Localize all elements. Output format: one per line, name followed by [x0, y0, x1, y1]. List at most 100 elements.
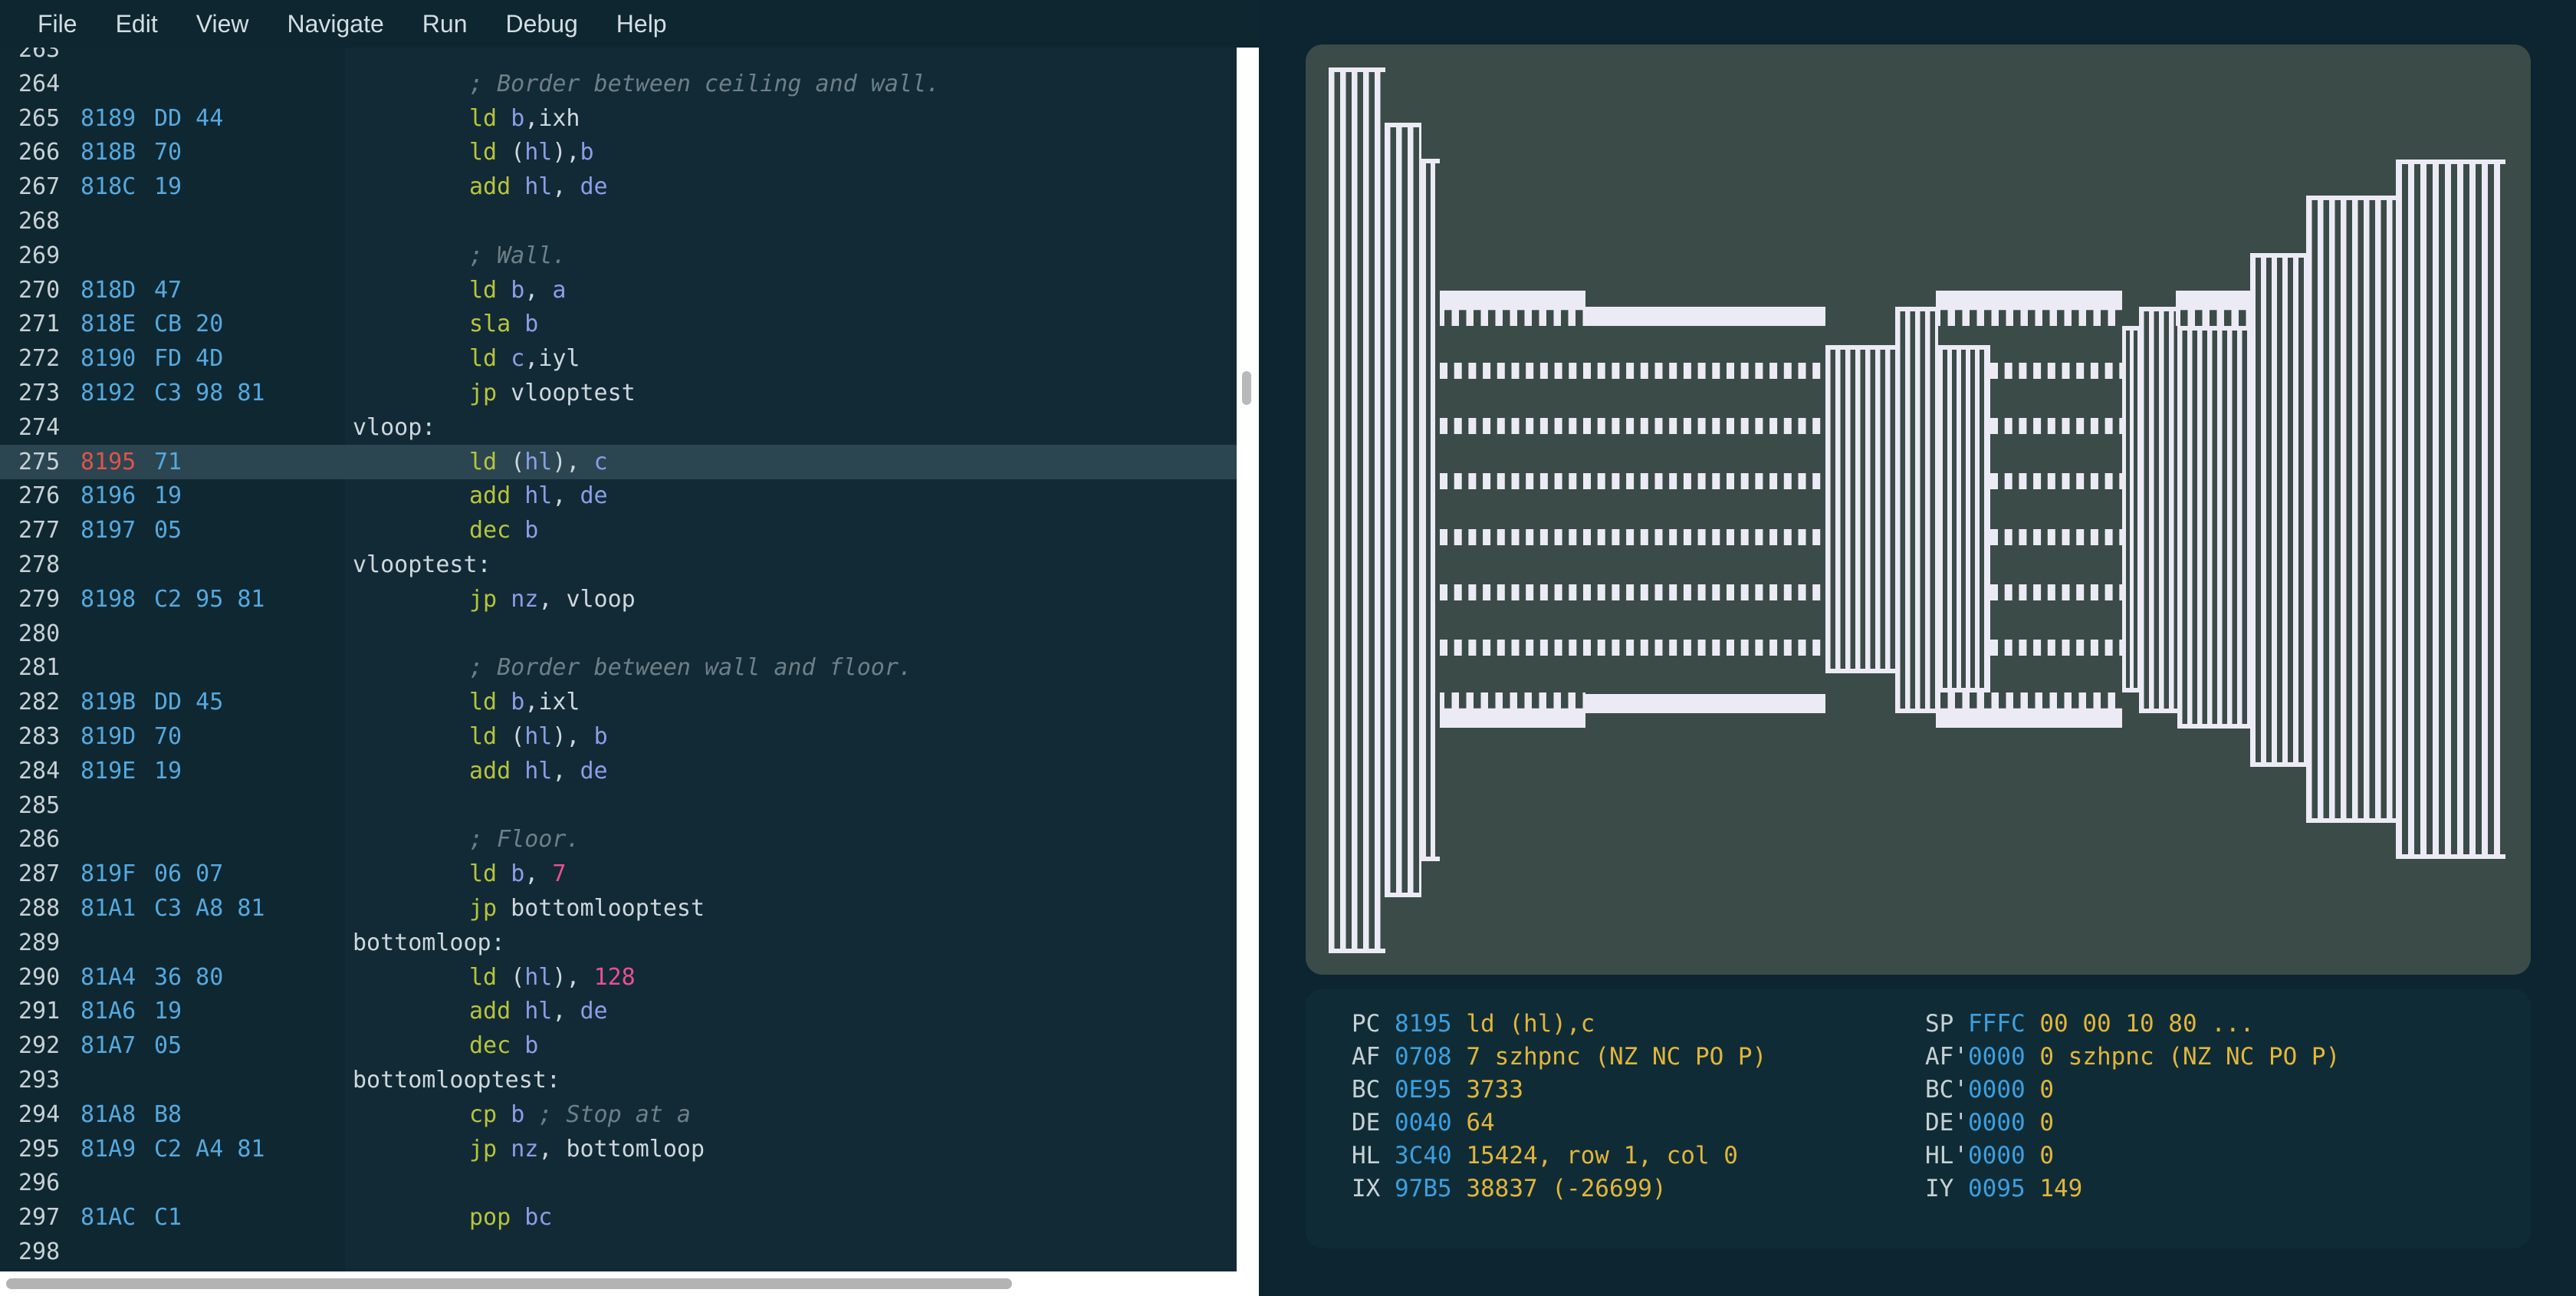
center-block-right-gap — [1970, 350, 1975, 688]
right-wall-near-c-gap — [2277, 258, 2282, 762]
wall-dot — [2004, 584, 2013, 600]
code-token: dec — [469, 1032, 511, 1060]
right-wall-near-e-gap — [2426, 164, 2433, 854]
code-line[interactable]: 283 819D 70 ld (hl), b — [0, 719, 1237, 754]
wall-dot — [1990, 363, 1998, 379]
code-line[interactable]: 296 — [0, 1166, 1237, 1200]
menu-help[interactable]: Help — [616, 10, 667, 38]
wall-dot — [1497, 584, 1505, 600]
wall-dot — [1539, 529, 1548, 545]
code-line[interactable]: 292 81A7 05 dec b — [0, 1028, 1237, 1063]
code-token: ), — [552, 723, 594, 750]
wall-dot — [1454, 363, 1462, 379]
wall-dot — [1727, 640, 1734, 656]
instruction: ld (hl), c — [469, 445, 608, 479]
code-line[interactable]: 267 818C 19 add hl, de — [0, 169, 1237, 204]
code-editor[interactable]: 263 264 ; Border between ceiling and wall.… — [0, 48, 1237, 1271]
code-line[interactable]: 286 ; Floor. — [0, 822, 1237, 857]
floor-center-tooth — [2072, 692, 2079, 709]
wall-dot — [1526, 418, 1534, 434]
code-line[interactable]: 288 81A1 C3 A8 81 jp bottomlooptest — [0, 891, 1237, 926]
code-line[interactable]: 294 81A8 B8 cp b ; Stop at a — [0, 1097, 1237, 1132]
wall-dot — [1669, 418, 1677, 434]
code-token: ), — [552, 448, 594, 475]
menu-view[interactable]: View — [196, 10, 249, 38]
code-line[interactable]: 277 8197 05 dec b — [0, 513, 1237, 548]
code-line[interactable]: 297 81AC C1 pop bc — [0, 1200, 1237, 1235]
code-line[interactable]: 266 818B 70 ld (hl),b — [0, 135, 1237, 169]
code-line[interactable]: 279 8198 C2 95 81 jp nz, vloop — [0, 582, 1237, 617]
menu-debug[interactable]: Debug — [505, 10, 577, 38]
menu-file[interactable]: File — [38, 10, 77, 38]
code-line[interactable]: 298 — [0, 1235, 1237, 1269]
wall-dot — [2004, 473, 2013, 489]
ceiling-right-tooth — [2210, 310, 2217, 326]
wall-dot — [1740, 363, 1749, 379]
code-line[interactable]: 268 — [0, 204, 1237, 238]
code-line[interactable]: 280 — [0, 617, 1237, 651]
code-line[interactable]: 281 ; Border between wall and floor. — [0, 650, 1237, 685]
wall-dot — [1497, 418, 1505, 434]
code-line[interactable]: 270 818D 47 ld b, a — [0, 273, 1237, 308]
line-number: 274 — [18, 413, 61, 441]
wall-dot — [1626, 418, 1635, 434]
wall-dot — [1554, 529, 1562, 545]
right-wall-near-a-gap — [2154, 311, 2159, 709]
wall-dot — [1483, 529, 1491, 545]
code-line[interactable]: 263 — [0, 48, 1237, 67]
wall-dot — [2004, 529, 2013, 545]
instruction: dec b — [469, 513, 538, 548]
wall-dot — [1654, 584, 1663, 600]
line-address: 8195 — [80, 448, 136, 475]
code-line[interactable]: 295 81A9 C2 A4 81 jp nz, bottomloop — [0, 1132, 1237, 1166]
code-line[interactable]: 272 8190 FD 4D ld c,iyl — [0, 341, 1237, 376]
line-number: 295 — [18, 1135, 61, 1163]
code-line[interactable]: 269 ; Wall. — [0, 238, 1237, 273]
wall-dot — [2033, 640, 2042, 656]
menu-edit[interactable]: Edit — [116, 10, 158, 38]
code-line[interactable]: 289 bottomloop: — [0, 926, 1237, 960]
wall-dot — [1597, 640, 1605, 656]
code-line[interactable]: 274 vloop: — [0, 410, 1237, 445]
vertical-scrollbar[interactable] — [1237, 48, 1259, 1271]
line-number: 271 — [18, 311, 61, 338]
register-hl-alt: HL'0000 0 — [1925, 1140, 2054, 1173]
right-wall-near-e-gap — [2500, 164, 2506, 854]
code-line[interactable]: 278 vlooptest: — [0, 548, 1237, 582]
wall-dot — [1569, 640, 1577, 656]
code-line[interactable]: 282 819B DD 45 ld b,ixl — [0, 685, 1237, 719]
code-line[interactable]: 290 81A4 36 80 ld (hl), 128 — [0, 960, 1237, 995]
instruction: ld (hl), b — [469, 719, 608, 754]
register-name: AF' — [1925, 1043, 1968, 1071]
code-line[interactable]: 273 8192 C3 98 81 jp vlooptest — [0, 376, 1237, 410]
vertical-scrollbar-thumb[interactable] — [1242, 371, 1251, 405]
left-wall-mid-gap — [1390, 127, 1396, 893]
floor-center-tooth — [2086, 692, 2094, 709]
register-bc-alt: BC'0000 0 — [1925, 1074, 2054, 1107]
code-line[interactable]: 276 8196 19 add hl, de — [0, 479, 1237, 513]
wall-dot — [1697, 584, 1706, 600]
wall-dot — [1640, 529, 1648, 545]
code-token: jp — [469, 380, 498, 406]
code-line[interactable]: 271 818E CB 20 sla b — [0, 307, 1237, 341]
code-line[interactable]: 284 819E 19 add hl, de — [0, 754, 1237, 788]
wall-dot — [1569, 418, 1577, 434]
menu-navigate[interactable]: Navigate — [287, 10, 383, 38]
horizontal-scrollbar-thumb[interactable] — [6, 1278, 1012, 1289]
code-line[interactable]: 265 8189 DD 44 ld b,ixh — [0, 101, 1237, 136]
code-line-current[interactable]: 275 8195 71 ld (hl), c — [0, 444, 1237, 479]
wall-dot — [1454, 584, 1462, 600]
menu-run[interactable]: Run — [422, 10, 468, 38]
wall-dot — [2019, 584, 2027, 600]
code-line[interactable]: 291 81A6 19 add hl, de — [0, 994, 1237, 1028]
wall-dot — [1669, 473, 1677, 489]
center-block-left-gap — [1850, 350, 1855, 669]
code-token: , — [552, 173, 580, 201]
line-address: 81A6 — [80, 998, 136, 1025]
line-number: 284 — [18, 757, 61, 785]
code-line[interactable]: 285 — [0, 788, 1237, 823]
code-line[interactable]: 293 bottomlooptest: — [0, 1063, 1237, 1097]
wall-dot — [1440, 418, 1447, 434]
code-line[interactable]: 287 819F 06 07 ld b, 7 — [0, 857, 1237, 891]
code-line[interactable]: 264 ; Border between ceiling and wall. — [0, 67, 1237, 101]
